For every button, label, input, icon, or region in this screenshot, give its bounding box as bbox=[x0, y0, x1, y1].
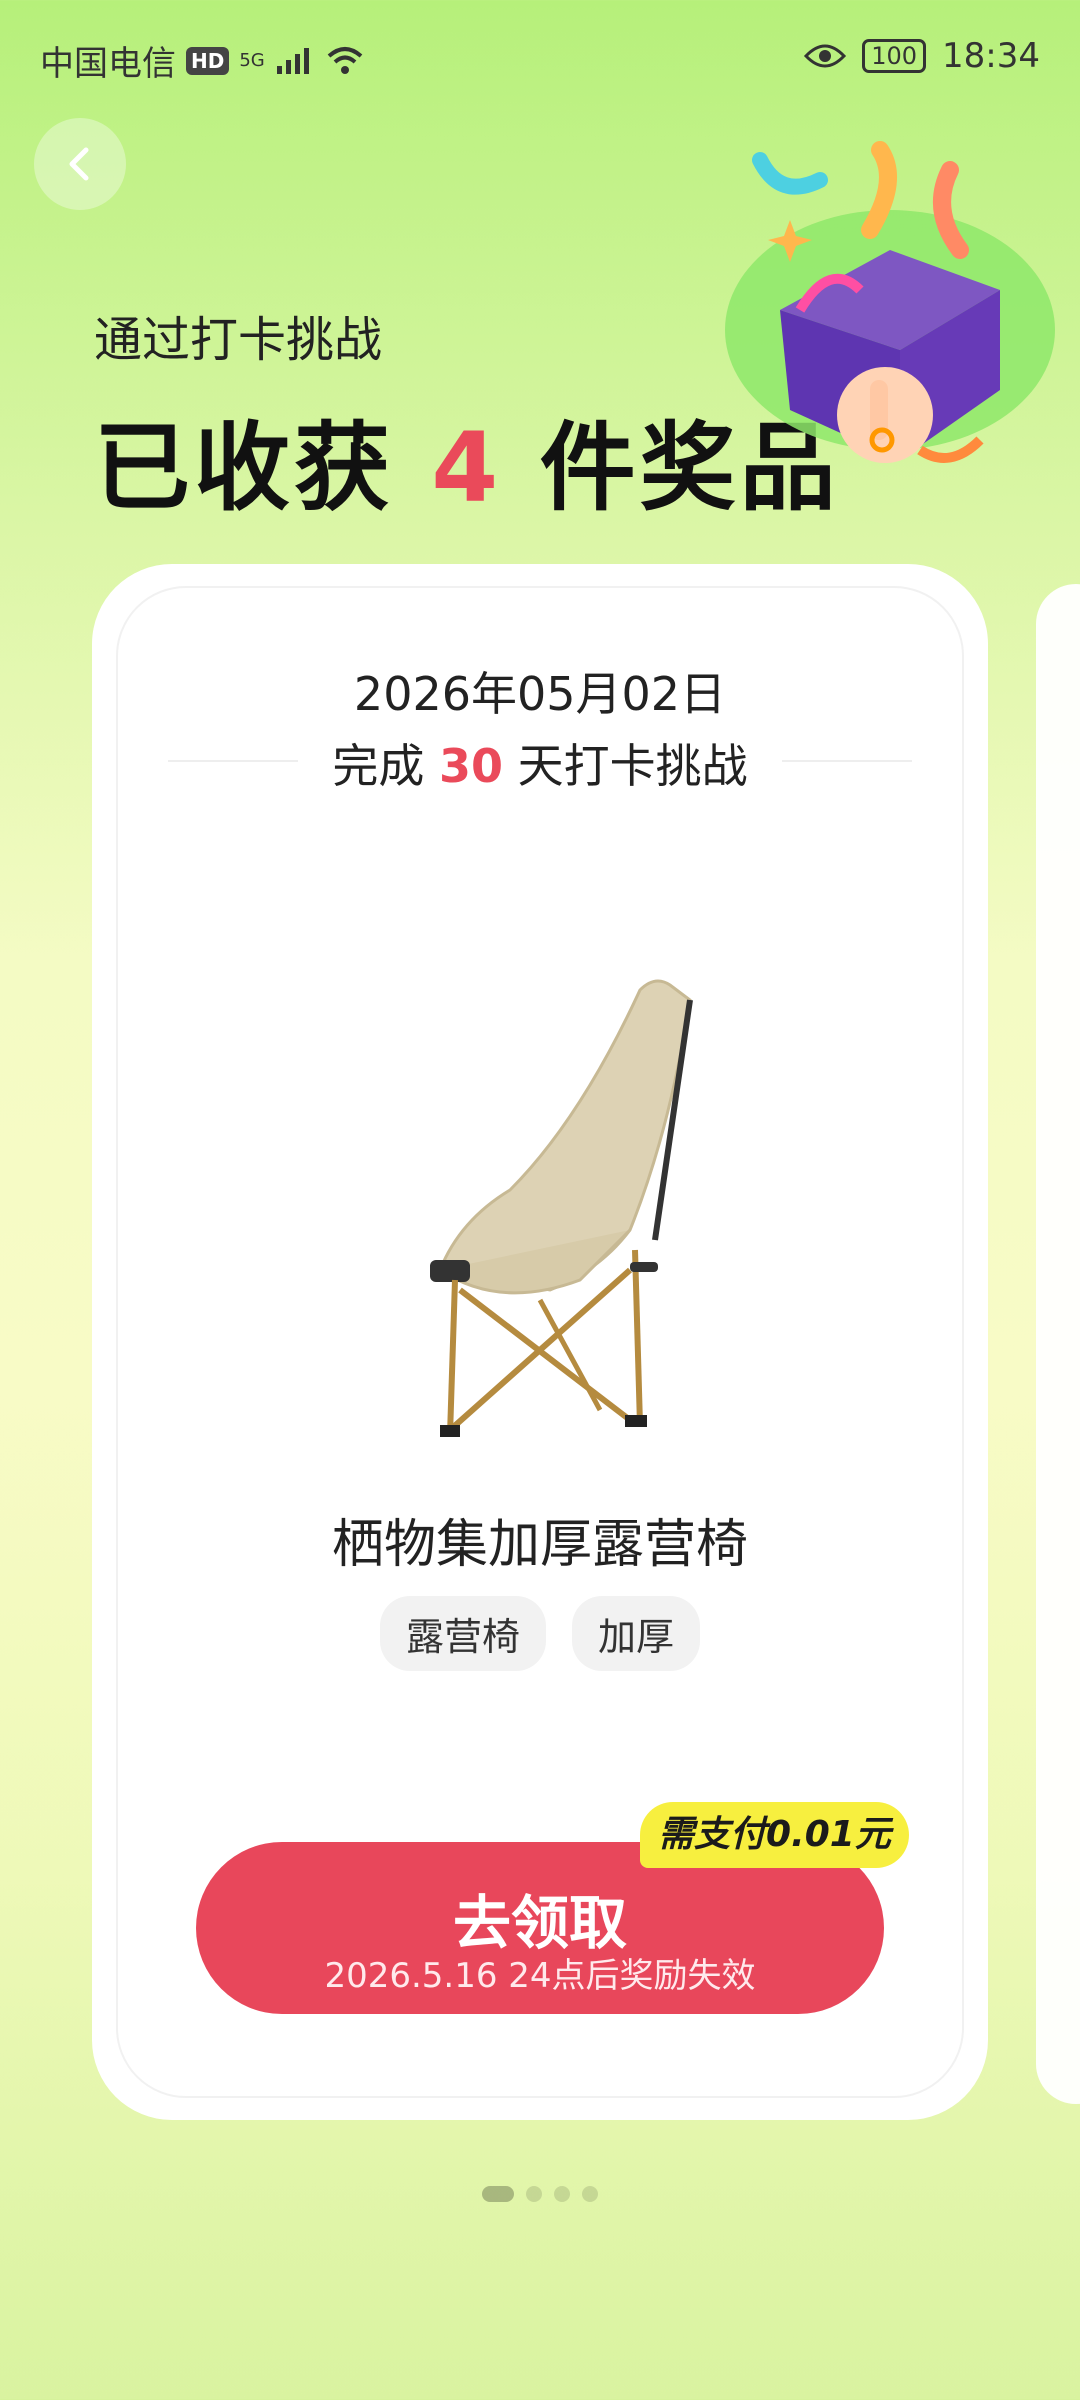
back-arrow-icon bbox=[69, 147, 89, 181]
headline-prefix: 已收获 bbox=[94, 412, 394, 524]
prize-date: 2026年05月02日 bbox=[353, 667, 727, 721]
back-button[interactable] bbox=[34, 118, 126, 210]
network-label: 5G bbox=[239, 49, 265, 71]
carrier-label: 中国电信 bbox=[40, 44, 176, 84]
clock: 18:34 bbox=[942, 36, 1040, 76]
claim-expiry: 2026.5.16 24点后奖励失效 bbox=[324, 1956, 756, 1996]
wifi-icon bbox=[327, 46, 363, 74]
challenge-prefix: 完成 bbox=[332, 739, 425, 793]
signal-icon bbox=[276, 47, 309, 74]
page-subtitle: 通过打卡挑战 bbox=[94, 312, 383, 368]
eye-icon bbox=[804, 44, 847, 68]
battery-indicator: 100 bbox=[862, 39, 927, 73]
challenge-text: 完成 30 天打卡挑战 bbox=[116, 730, 964, 796]
status-bar: 中国电信 HD 5G 100 18:34 bbox=[0, 0, 1080, 120]
product-tags: 露营椅 加厚 bbox=[116, 1596, 964, 1671]
pagination-dots bbox=[0, 2186, 1080, 2202]
challenge-days: 30 bbox=[438, 739, 503, 793]
hd-badge: HD bbox=[186, 46, 230, 75]
tag-thick: 加厚 bbox=[572, 1596, 701, 1671]
page-dot-2[interactable] bbox=[526, 2186, 542, 2202]
gift-box-illustration bbox=[725, 141, 1055, 463]
status-left: 中国电信 HD 5G bbox=[40, 36, 365, 85]
status-right: 100 18:34 bbox=[804, 36, 1040, 76]
product-name: 栖物集加厚露营椅 bbox=[331, 1515, 748, 1575]
page-dot-1[interactable] bbox=[482, 2186, 514, 2202]
challenge-suffix: 天打卡挑战 bbox=[517, 739, 748, 793]
page-dot-4[interactable] bbox=[582, 2186, 598, 2202]
page-dot-3[interactable] bbox=[554, 2186, 570, 2202]
prize-count: 4 bbox=[431, 412, 503, 524]
tag-camping-chair: 露营椅 bbox=[379, 1596, 546, 1671]
next-card-peek[interactable] bbox=[1036, 584, 1080, 2104]
camping-chair-image bbox=[430, 979, 693, 1437]
payment-badge: 需支付0.01元 bbox=[640, 1802, 909, 1868]
